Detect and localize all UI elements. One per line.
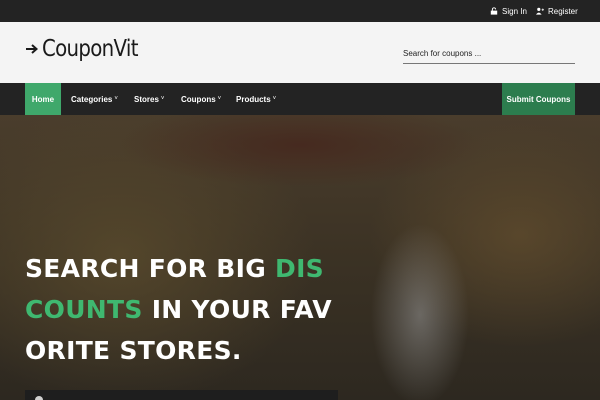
chevron-down-icon: ˅ [272, 96, 277, 102]
site-logo[interactable]: CouponVit [25, 36, 153, 62]
nav-item-stores[interactable]: Stores ˅ [134, 83, 164, 115]
submit-coupons-button[interactable]: Submit Coupons [502, 83, 575, 115]
lock-icon [490, 7, 498, 15]
nav-categories-label: Categories [71, 94, 113, 104]
chevron-down-icon: ˅ [160, 96, 165, 102]
hero-title-part1: SEARCH FOR BIG [25, 254, 276, 283]
chevron-down-icon: ˅ [114, 96, 118, 102]
logo-text: CouponVit [42, 36, 138, 62]
nav-item-coupons[interactable]: Coupons ˅ [181, 83, 221, 115]
hero-title: SEARCH FOR BIG DISCOUNTS IN YOUR FAVORIT… [25, 248, 335, 371]
submit-coupons-label: Submit Coupons [506, 94, 571, 104]
nav-home-label: Home [31, 94, 55, 104]
sign-in-link[interactable]: Sign In [490, 0, 527, 22]
site-header: CouponVit [0, 22, 600, 83]
hero-search-bar[interactable] [25, 390, 338, 400]
main-nav: Home Categories ˅ Stores ˅ Coupons ˅ Pro… [0, 83, 600, 115]
nav-item-categories[interactable]: Categories ˅ [71, 83, 118, 115]
search-icon [35, 396, 43, 400]
nav-coupons-label: Coupons [181, 94, 216, 104]
arrow-right-icon [26, 44, 39, 54]
sign-in-label: Sign In [502, 6, 527, 16]
nav-item-products[interactable]: Products ˅ [236, 83, 276, 115]
chevron-down-icon: ˅ [217, 96, 222, 102]
user-plus-icon [536, 7, 544, 15]
register-label: Register [548, 6, 578, 16]
top-bar: Sign In Register [0, 0, 600, 22]
nav-stores-label: Stores [134, 94, 159, 104]
search-input[interactable] [403, 44, 575, 64]
hero-banner: SEARCH FOR BIG DISCOUNTS IN YOUR FAVORIT… [0, 115, 600, 400]
nav-products-label: Products [236, 94, 271, 104]
register-link[interactable]: Register [536, 0, 578, 22]
nav-item-home[interactable]: Home [25, 83, 61, 115]
